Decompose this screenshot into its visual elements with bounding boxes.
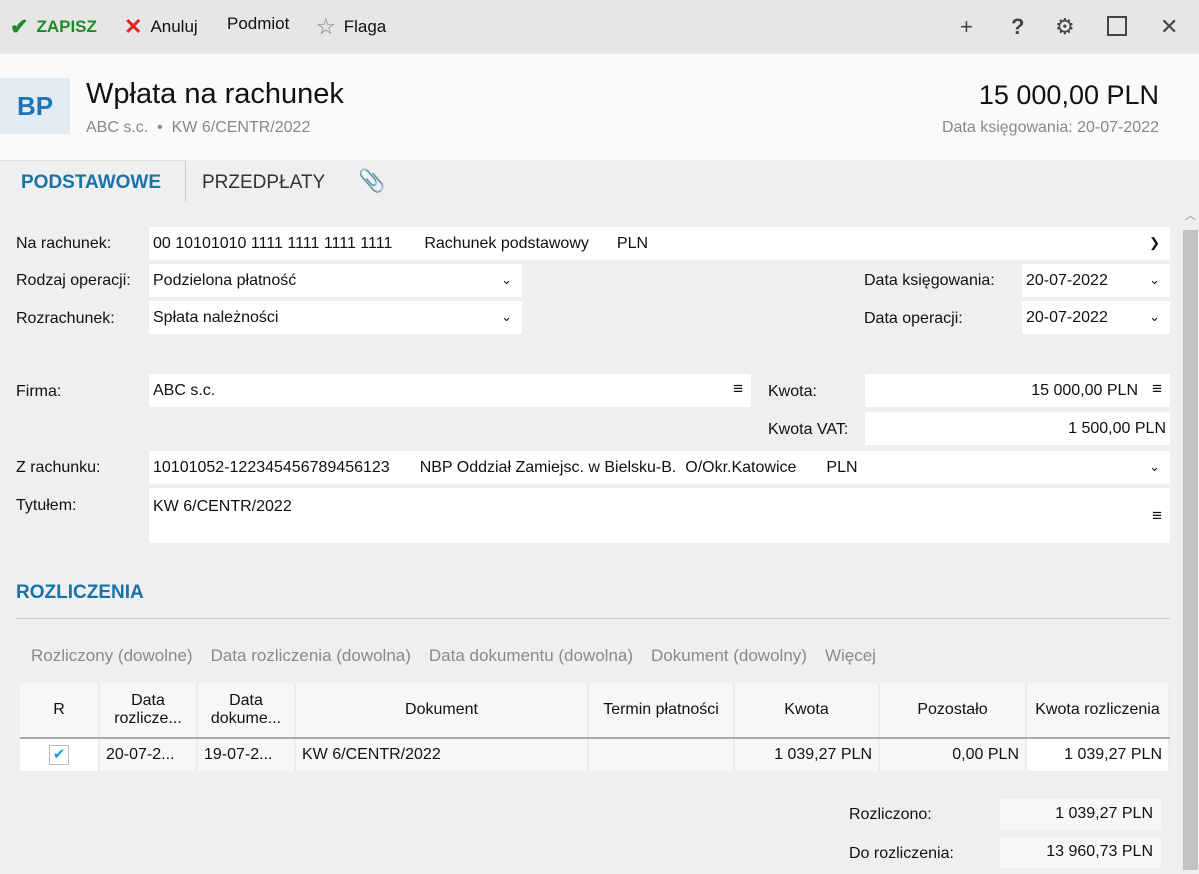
chevron-down-icon: ⌄	[501, 309, 512, 324]
cancel-button[interactable]: ✕ Anuluj	[124, 14, 198, 40]
cell-remaining: 0,00 PLN	[879, 738, 1027, 771]
menu-icon[interactable]: ≡	[1152, 379, 1162, 399]
operation-select[interactable]: Podzielona płatność ⌄	[149, 264, 522, 297]
attachment-icon[interactable]: 📎	[358, 168, 385, 194]
divider	[16, 618, 1170, 619]
to-settle-value: 13 960,73 PLN	[1000, 837, 1161, 868]
toolbar: ✔ ZAPISZ ✕ Anuluj Podmiot ☆ Flaga + ? ⚙ ✕	[0, 0, 1199, 54]
title-label: Tytułem:	[16, 497, 77, 514]
star-icon: ☆	[316, 14, 336, 39]
tab-prepayments[interactable]: PRZEDPŁATY	[202, 172, 325, 194]
cell-amount: 1 039,27 PLN	[734, 738, 880, 771]
account-select[interactable]: 00 10101010 1111 1111 1111 1111 Rachunek …	[149, 227, 1170, 260]
col-settled[interactable]: Kwota rozliczenia	[1026, 683, 1170, 739]
operation-date-input[interactable]: 20-07-2022 ⌄	[1022, 301, 1170, 334]
chevron-down-icon: ⌄	[1149, 309, 1160, 324]
title-textarea[interactable]: KW 6/CENTR/2022 ≡	[149, 488, 1170, 543]
chevron-down-icon: ⌄	[1149, 272, 1160, 287]
chevron-down-icon: ⌄	[501, 272, 512, 287]
filter-document[interactable]: Dokument (dowolny)	[651, 646, 807, 665]
operation-label: Rodzaj operacji:	[16, 272, 131, 289]
page-title: Wpłata na rachunek	[86, 78, 344, 110]
col-settle-date[interactable]: Data rozlicze...	[99, 683, 198, 739]
subtitle: ABC s.c. • KW 6/CENTR/2022	[86, 119, 311, 136]
from-account-select[interactable]: 10101052-122345456789456123 NBP Oddział Z…	[149, 451, 1170, 484]
check-icon: ✔	[10, 14, 29, 39]
menu-icon[interactable]: ≡	[1152, 506, 1162, 526]
checkbox-checked-icon: ✔	[49, 745, 69, 765]
col-due[interactable]: Termin płatności	[588, 683, 735, 739]
chevron-down-icon: ❯	[1149, 235, 1160, 250]
settlement-label: Rozrachunek:	[16, 310, 115, 327]
col-r[interactable]: R	[20, 683, 100, 739]
to-settle-label: Do rozliczenia:	[849, 845, 954, 862]
filter-settle-date[interactable]: Data rozliczenia (dowolna)	[211, 646, 411, 665]
cell-settle-date: 20-07-2...	[99, 738, 198, 771]
cell-settled[interactable]: 1 039,27 PLN	[1026, 738, 1170, 771]
col-document[interactable]: Dokument	[295, 683, 589, 739]
maximize-icon[interactable]	[1107, 16, 1127, 36]
posting-date-label: Data księgowania:	[864, 272, 995, 289]
help-icon[interactable]: ?	[1011, 14, 1024, 40]
table-row[interactable]: ✔ 20-07-2... 19-07-2... KW 6/CENTR/2022 …	[20, 738, 1170, 771]
tab-basic[interactable]: PODSTAWOWE	[21, 172, 161, 194]
filter-settled[interactable]: Rozliczony (dowolne)	[31, 646, 193, 665]
col-amount[interactable]: Kwota	[734, 683, 880, 739]
amount-input[interactable]: 15 000,00 PLN ≡	[865, 374, 1170, 407]
gear-icon[interactable]: ⚙	[1055, 14, 1075, 40]
close-icon: ✕	[124, 14, 143, 39]
vat-label: Kwota VAT:	[768, 421, 849, 438]
company-input[interactable]: ABC s.c. ≡	[149, 374, 751, 407]
col-remaining[interactable]: Pozostało	[879, 683, 1027, 739]
settled-value: 1 039,27 PLN	[1000, 799, 1161, 830]
subject-button[interactable]: Podmiot	[227, 14, 289, 34]
company-label: Firma:	[16, 383, 62, 400]
col-doc-date[interactable]: Data dokume...	[197, 683, 296, 739]
operation-date-label: Data operacji:	[864, 310, 963, 327]
add-icon[interactable]: +	[960, 14, 973, 40]
window-close-icon[interactable]: ✕	[1160, 14, 1178, 40]
save-button[interactable]: ✔ ZAPISZ	[10, 14, 97, 40]
settlements-heading: ROZLICZENIA	[16, 582, 144, 603]
cell-doc-date: 19-07-2...	[197, 738, 296, 771]
row-checkbox[interactable]: ✔	[20, 738, 100, 771]
from-account-label: Z rachunku:	[16, 459, 101, 476]
posting-date-input[interactable]: 20-07-2022 ⌄	[1022, 264, 1170, 297]
doc-type-badge: BP	[0, 78, 70, 134]
chevron-down-icon: ⌄	[1149, 459, 1160, 474]
filter-more[interactable]: Więcej	[825, 646, 876, 665]
account-label: Na rachunek:	[16, 235, 112, 252]
flag-button[interactable]: ☆ Flaga	[316, 14, 386, 40]
scrollbar[interactable]: ︿	[1182, 205, 1199, 874]
settlements-table: R Data rozlicze... Data dokume... Dokume…	[20, 683, 1170, 771]
vat-input[interactable]: 1 500,00 PLN	[865, 412, 1170, 445]
settlement-select[interactable]: Spłata należności ⌄	[149, 301, 522, 334]
table-header: R Data rozlicze... Data dokume... Dokume…	[20, 683, 1170, 739]
amount-label: Kwota:	[768, 383, 817, 400]
settled-label: Rozliczono:	[849, 806, 932, 823]
header-posting-date: Data księgowania: 20-07-2022	[941, 119, 1159, 136]
filter-doc-date[interactable]: Data dokumentu (dowolna)	[429, 646, 633, 665]
filter-bar: Rozliczony (dowolne) Data rozliczenia (do…	[31, 646, 894, 666]
cell-due	[588, 738, 735, 771]
header-amount: 15 000,00 PLN	[978, 80, 1159, 110]
cell-document: KW 6/CENTR/2022	[295, 738, 589, 771]
menu-icon[interactable]: ≡	[733, 379, 743, 399]
